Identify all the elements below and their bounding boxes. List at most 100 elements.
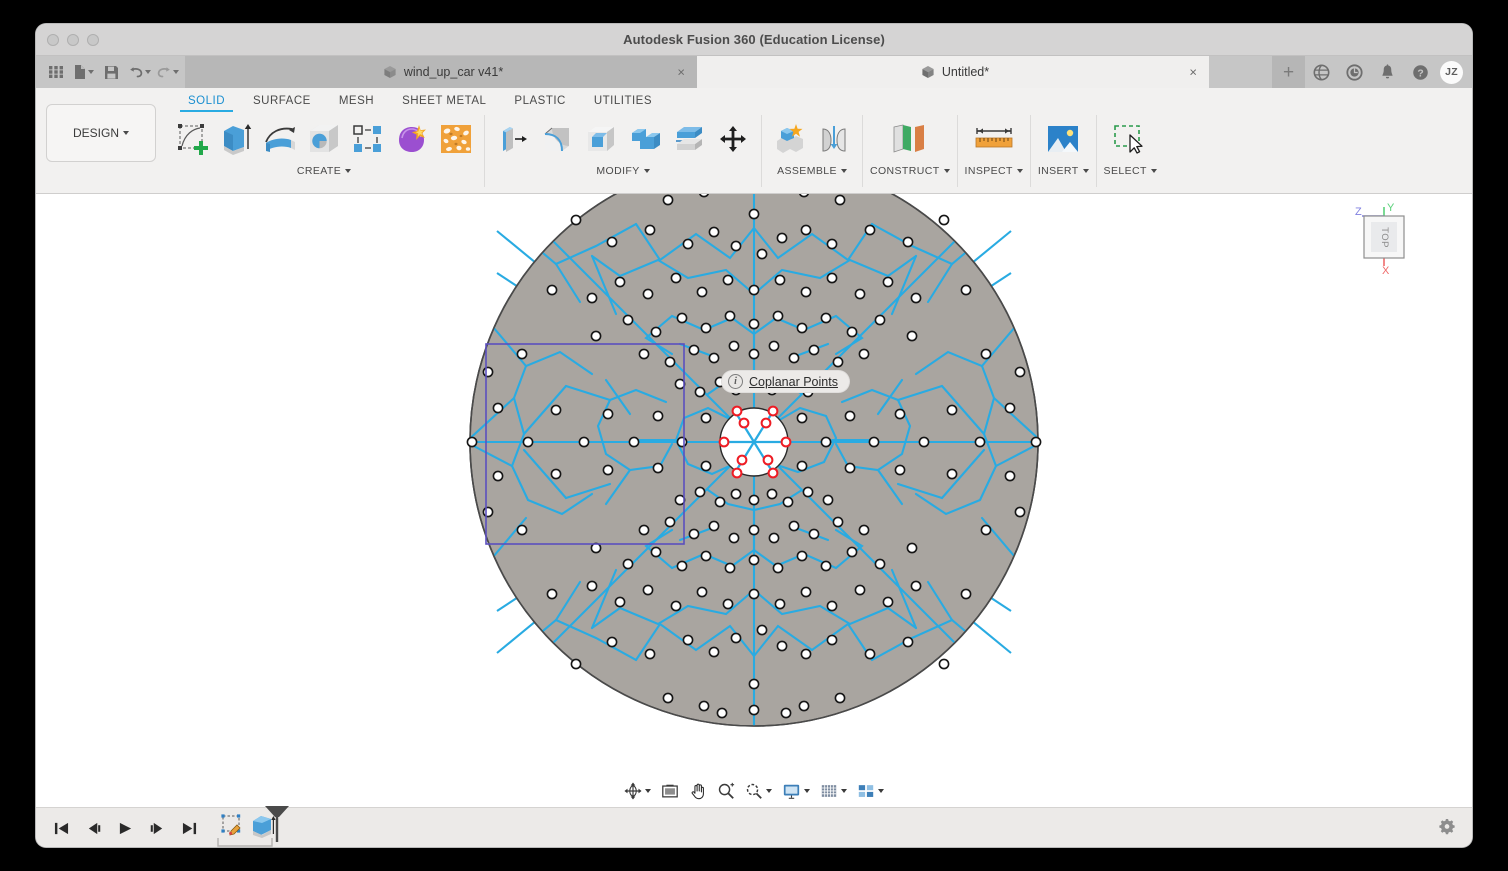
insert-image-icon[interactable]	[1039, 117, 1087, 161]
chevron-down-icon	[145, 70, 151, 74]
revolve-icon[interactable]	[259, 117, 301, 161]
tab-mesh[interactable]: MESH	[325, 91, 388, 112]
ribbon-right-area: SOLID SURFACE MESH SHEET METAL PLASTIC U…	[156, 88, 1472, 193]
step-forward-button[interactable]	[146, 817, 168, 841]
chevron-down-icon[interactable]	[345, 169, 351, 173]
job-status-clock-icon[interactable]	[1338, 56, 1371, 88]
move-copy-icon[interactable]	[712, 117, 754, 161]
undo-icon[interactable]	[126, 59, 153, 85]
chevron-down-icon	[123, 131, 129, 135]
view-cube[interactable]: Z Y X TOP	[1338, 202, 1430, 282]
split-face-icon[interactable]	[668, 117, 710, 161]
document-tab-untitled[interactable]: Untitled* ×	[697, 56, 1209, 88]
chevron-down-icon[interactable]	[1083, 169, 1089, 173]
look-at-icon[interactable]	[656, 779, 684, 803]
minimize-window-button[interactable]	[67, 34, 79, 46]
jump-to-beginning-button[interactable]	[50, 817, 72, 841]
axis-label-y: Y	[1387, 202, 1395, 214]
press-pull-icon[interactable]	[492, 117, 534, 161]
view-cube-face-label[interactable]: TOP	[1378, 227, 1389, 248]
tab-utilities[interactable]: UTILITIES	[580, 91, 666, 112]
zoom-magnifier-icon[interactable]	[712, 779, 740, 803]
coplanar-points-tooltip: i Coplanar Points	[722, 371, 849, 392]
cube-icon	[921, 65, 935, 79]
group-label-construct: CONSTRUCT	[870, 165, 940, 177]
quick-access-toolbar	[36, 56, 185, 88]
group-label-modify: MODIFY	[596, 165, 639, 177]
window-controls[interactable]	[47, 34, 99, 46]
chevron-down-icon[interactable]	[1017, 169, 1023, 173]
tab-sheet-metal[interactable]: SHEET METAL	[388, 91, 500, 112]
combine-icon[interactable]	[624, 117, 666, 161]
tab-solid[interactable]: SOLID	[174, 91, 239, 112]
chevron-down-icon[interactable]	[841, 169, 847, 173]
avatar[interactable]: JZ	[1440, 61, 1463, 84]
selection-cursor-icon[interactable]	[1106, 117, 1154, 161]
chevron-down-icon[interactable]	[645, 789, 651, 793]
fillet-icon[interactable]	[536, 117, 578, 161]
page-title: Autodesk Fusion 360 (Education License)	[36, 32, 1472, 47]
tooltip-label: Coplanar Points	[749, 375, 838, 389]
chevron-down-icon[interactable]	[841, 789, 847, 793]
workspace-switcher-button[interactable]: DESIGN	[46, 104, 156, 162]
joint-icon[interactable]	[813, 117, 855, 161]
rectangular-pattern-icon[interactable]	[347, 117, 389, 161]
orbit-icon[interactable]	[619, 779, 656, 803]
ribbon-toolbar: DESIGN SOLID SURFACE MESH SHEET METAL PL…	[36, 88, 1472, 194]
redo-icon[interactable]	[154, 59, 181, 85]
svg-text:?: ?	[1417, 68, 1423, 79]
offset-plane-icon[interactable]	[882, 117, 938, 161]
tabstrip-right-icons: +	[1272, 56, 1472, 88]
tab-surface[interactable]: SURFACE	[239, 91, 325, 112]
zoom-window-icon[interactable]	[740, 779, 777, 803]
volumetric-lattice-icon[interactable]	[435, 117, 477, 161]
viewports-icon[interactable]	[852, 779, 889, 803]
gear-icon[interactable]	[1438, 817, 1456, 840]
chevron-down-icon[interactable]	[944, 169, 950, 173]
play-button[interactable]	[114, 817, 136, 841]
notifications-bell-icon[interactable]	[1371, 56, 1404, 88]
document-tab-wind-up-car[interactable]: wind_up_car v41* ×	[185, 56, 697, 88]
ribbon-group-select: SELECT	[1097, 113, 1164, 185]
jump-to-end-button[interactable]	[178, 817, 200, 841]
chevron-down-icon[interactable]	[878, 789, 884, 793]
title-bar: Autodesk Fusion 360 (Education License)	[36, 24, 1472, 56]
voronoi-sketch[interactable]	[36, 194, 1472, 807]
create-sketch-icon[interactable]	[171, 117, 213, 161]
tabstrip-spacer	[1209, 56, 1272, 88]
ribbon-group-inspect: INSPECT	[958, 113, 1030, 185]
ribbon-groups: CREATE	[164, 113, 1472, 193]
ribbon-group-create: CREATE	[164, 113, 484, 185]
close-icon[interactable]: ×	[677, 66, 685, 79]
chevron-down-icon[interactable]	[644, 169, 650, 173]
help-question-icon[interactable]: ?	[1404, 56, 1437, 88]
new-file-icon[interactable]	[70, 59, 97, 85]
form-icon[interactable]	[391, 117, 433, 161]
grid-snaps-icon[interactable]	[815, 779, 852, 803]
shell-icon[interactable]	[580, 117, 622, 161]
design-canvas[interactable]: i Coplanar Points Z Y X TOP	[36, 194, 1472, 807]
chevron-down-icon[interactable]	[766, 789, 772, 793]
hole-icon[interactable]	[303, 117, 345, 161]
step-back-button[interactable]	[82, 817, 104, 841]
chevron-down-icon[interactable]	[804, 789, 810, 793]
tab-plastic[interactable]: PLASTIC	[500, 91, 579, 112]
new-component-icon[interactable]	[769, 117, 811, 161]
chevron-down-icon[interactable]	[1151, 169, 1157, 173]
close-icon[interactable]: ×	[1189, 66, 1197, 79]
group-label-create: CREATE	[297, 165, 341, 177]
grid-apps-icon[interactable]	[42, 59, 69, 85]
data-panel-icon[interactable]	[1305, 56, 1338, 88]
chevron-down-icon	[173, 70, 179, 74]
save-icon[interactable]	[98, 59, 125, 85]
close-window-button[interactable]	[47, 34, 59, 46]
new-tab-button[interactable]: +	[1272, 56, 1305, 88]
zoom-window-button[interactable]	[87, 34, 99, 46]
display-settings-icon[interactable]	[777, 779, 815, 803]
document-tab-label: wind_up_car v41*	[404, 65, 503, 79]
measure-icon[interactable]	[970, 117, 1018, 161]
pan-hand-icon[interactable]	[684, 779, 712, 803]
group-label-inspect: INSPECT	[965, 165, 1013, 177]
group-label-assemble: ASSEMBLE	[777, 165, 837, 177]
extrude-icon[interactable]	[215, 117, 257, 161]
